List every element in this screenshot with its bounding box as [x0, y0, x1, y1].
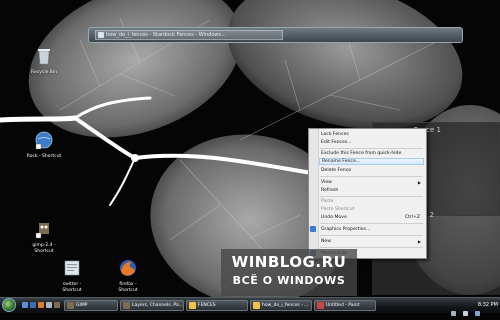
menu-item-rename-fence[interactable]: Rename Fence... [319, 158, 424, 165]
menu-item-label: Graphics Properties... [321, 227, 371, 232]
menu-separator [320, 176, 423, 177]
menu-item-label: New [321, 239, 332, 244]
menu-gutter [309, 129, 319, 258]
desktop-icon-label: Recycle Bin [31, 70, 57, 75]
system-tray [449, 301, 480, 316]
gimp-icon [67, 302, 74, 309]
desktop-icon-label: firefox - Shortcut [118, 282, 138, 293]
menu-item-label: Undo Move [321, 215, 347, 220]
menu-item-label: View [321, 180, 332, 185]
taskbar: GIMP Layers, Channels, Pa... FENCES how_… [0, 297, 500, 316]
start-button[interactable] [2, 298, 16, 312]
watermark-line2: ВСЁ О WINDOWS [232, 274, 346, 287]
submenu-arrow-icon: ▶ [417, 180, 421, 185]
menu-separator [320, 148, 423, 149]
task-label: Layers, Channels, Pa... [132, 303, 183, 308]
submenu-arrow-icon: ▶ [417, 239, 421, 244]
graphics-icon [310, 226, 316, 232]
paint-icon [317, 302, 324, 309]
menu-item-refresh[interactable]: Refresh [319, 187, 424, 194]
address-text: how_do_i_fences - Stardock Fences - Wind… [106, 32, 226, 38]
menu-item-paste-shortcut[interactable]: Paste Shortcut [319, 206, 424, 213]
switch-windows-icon[interactable] [30, 302, 36, 308]
menu-item-undo-move[interactable]: Undo Move Ctrl+Z [319, 214, 424, 221]
menu-item-label: Lock Fences [321, 132, 349, 137]
desktop-icon-rock-shortcut[interactable]: Rock - Shortcut [26, 130, 62, 160]
desktop-icon-switter[interactable]: switter - Shortcut [54, 258, 90, 294]
desktop-icon-gimp[interactable]: gimp-2.4 - Shortcut [26, 219, 62, 255]
menu-item-label: Paste [321, 199, 334, 204]
menu-item-label: Paste Shortcut [321, 207, 355, 212]
explorer-window-bar[interactable]: how_do_i_fences - Stardock Fences - Wind… [88, 27, 463, 43]
gimp-icon [35, 223, 49, 239]
folder-icon [253, 302, 260, 309]
recycle-bin-icon [38, 49, 50, 65]
taskbar-button-layers[interactable]: Layers, Channels, Pa... [120, 300, 184, 311]
menu-item-new[interactable]: New ▶ [319, 238, 424, 245]
desktop-icon-firefox[interactable]: firefox - Shortcut [110, 258, 146, 294]
menu-item-label: Delete Fence [321, 168, 352, 173]
menu-separator [320, 235, 423, 236]
menu-item-view[interactable]: View ▶ [319, 179, 424, 186]
menu-separator [320, 196, 423, 197]
menu-item-lock-fences[interactable]: Lock Fences [319, 131, 424, 138]
menu-item-label: Exclude this Fence from quick-hide [321, 151, 402, 156]
context-menu: Lock Fences Edit Fences... Exclude this … [308, 128, 427, 259]
fence-title: 2 [429, 211, 434, 219]
taskbar-button-fences[interactable]: FENCES [186, 300, 248, 311]
menu-item-edit-fences[interactable]: Edit Fences... [319, 139, 424, 146]
task-label: Untitled - Paint [326, 303, 360, 308]
menu-item-delete-fence[interactable]: Delete Fence [319, 167, 424, 174]
menu-item-label: Refresh [321, 188, 339, 193]
menu-separator [320, 223, 423, 224]
address-bar[interactable]: how_do_i_fences - Stardock Fences - Wind… [95, 30, 283, 40]
desktop-icon-label: Rock - Shortcut [26, 154, 62, 159]
firefox-icon [120, 260, 136, 276]
taskbar-button-explorer[interactable]: how_do_i_fences - ... [250, 300, 312, 311]
globe-shortcut-icon [35, 131, 53, 150]
watermark-line1: WINBLOG.RU [231, 253, 347, 271]
app-shortcut-icon [64, 260, 80, 276]
menu-item-paste[interactable]: Paste [319, 198, 424, 205]
gimp-icon [123, 302, 130, 309]
task-label: GIMP [76, 303, 88, 308]
quicklaunch-icon[interactable] [46, 302, 52, 308]
folder-icon [98, 32, 104, 38]
desktop-icon-label: gimp-2.4 - Shortcut [32, 243, 56, 254]
menu-item-label: Rename Fence... [322, 159, 361, 164]
show-desktop-icon[interactable] [22, 302, 28, 308]
menu-item-graphics-properties[interactable]: Graphics Properties... [310, 226, 424, 233]
menu-shortcut: Ctrl+Z [404, 215, 420, 220]
desktop-icon-label: switter - Shortcut [62, 282, 82, 293]
menu-separator [320, 247, 423, 248]
taskbar-clock[interactable]: 8:32 PM [478, 300, 498, 311]
gimp-quicklaunch-icon[interactable] [54, 302, 60, 308]
taskbar-button-paint[interactable]: Untitled - Paint [314, 300, 376, 311]
task-label: FENCES [198, 303, 216, 308]
watermark: WINBLOG.RU ВСЁ О WINDOWS [221, 249, 357, 296]
folder-icon [189, 302, 196, 309]
menu-item-label: Edit Fences... [321, 140, 352, 145]
menu-item-exclude-fence[interactable]: Exclude this Fence from quick-hide [319, 150, 424, 157]
firefox-quicklaunch-icon[interactable] [38, 302, 44, 308]
taskbar-button-gimp[interactable]: GIMP [64, 300, 118, 311]
task-label: how_do_i_fences - ... [262, 303, 309, 308]
desktop-icon-recycle-bin[interactable]: Recycle Bin [26, 46, 62, 76]
